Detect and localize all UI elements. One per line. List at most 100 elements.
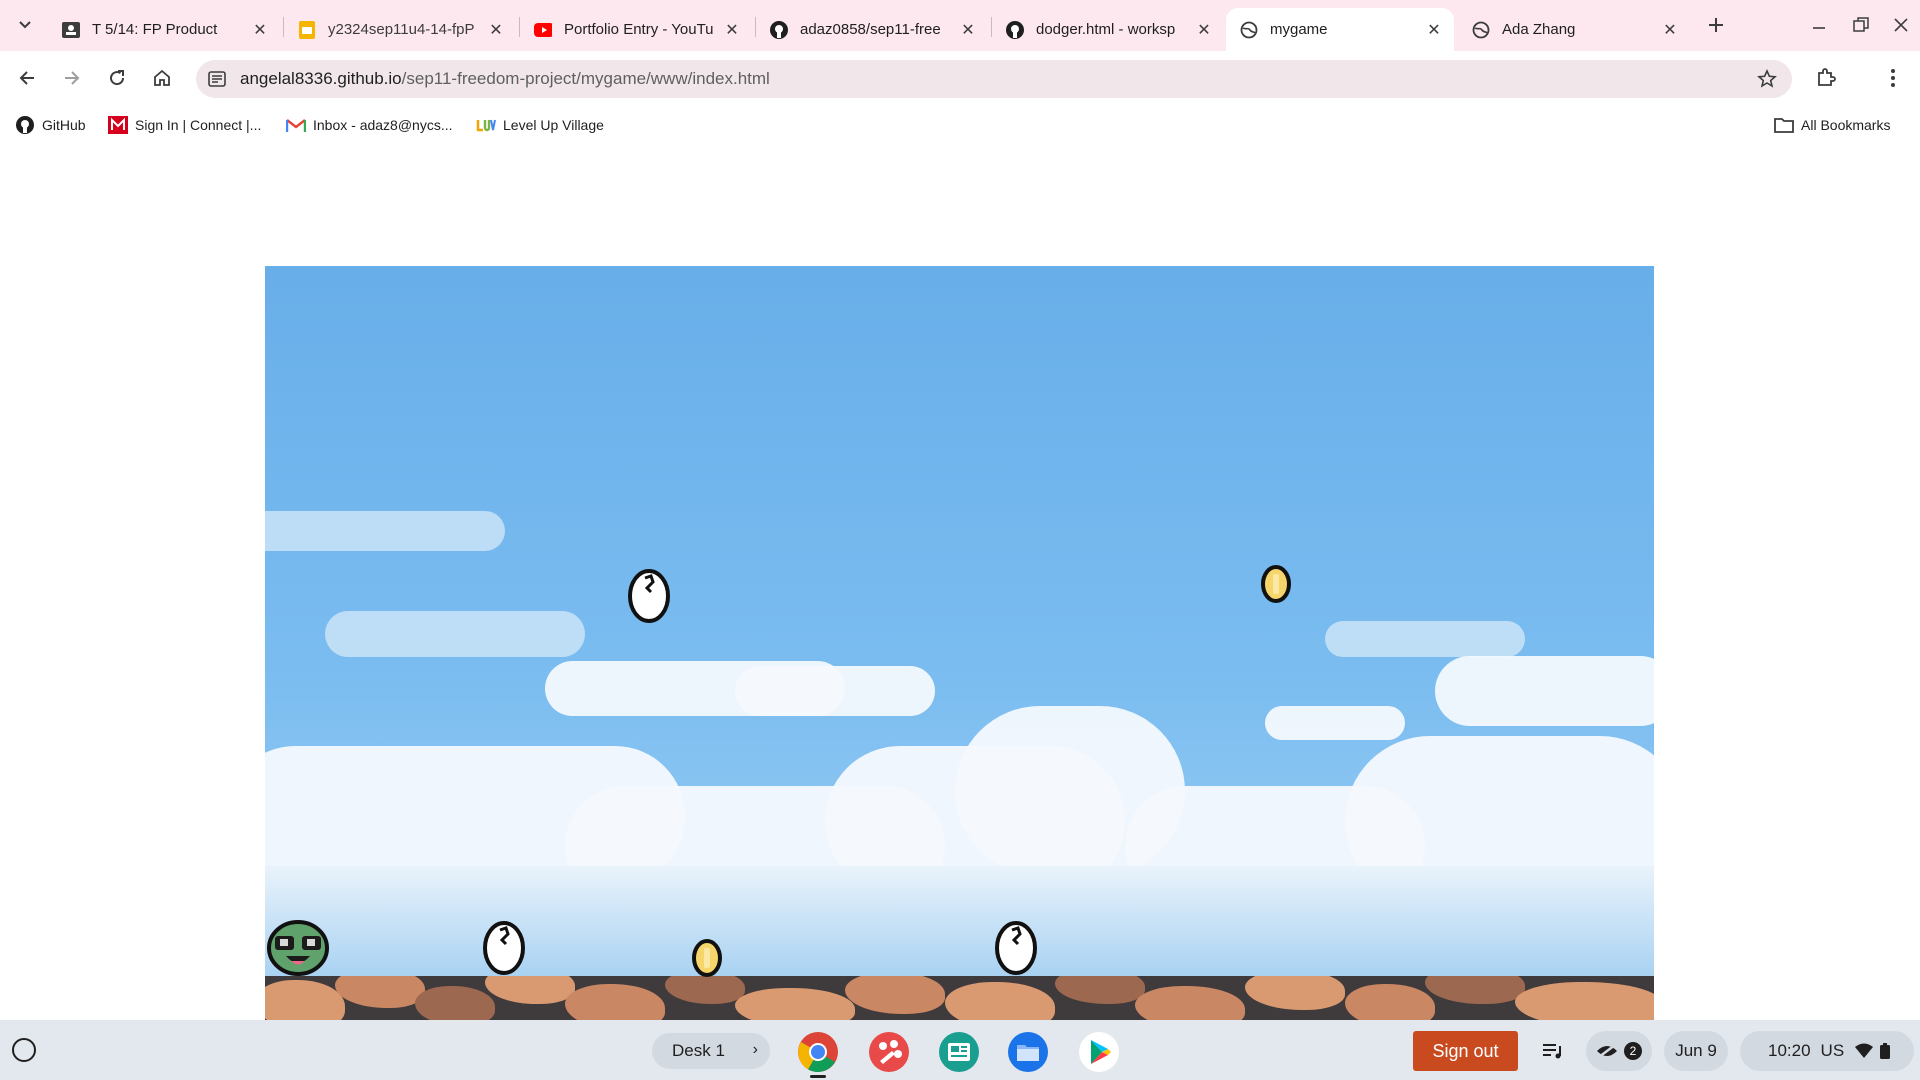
close-window-button[interactable] xyxy=(1886,10,1916,40)
bookmark-inbox[interactable]: Inbox - adaz8@nycs... xyxy=(286,114,453,136)
globe-icon xyxy=(1472,21,1490,39)
files-icon[interactable] xyxy=(1007,1031,1049,1073)
egg-enemy xyxy=(628,569,670,623)
chevron-down-icon xyxy=(19,21,31,29)
phone-hub-button[interactable]: 2 xyxy=(1586,1031,1652,1071)
rock xyxy=(1055,976,1145,1004)
minimize-button[interactable] xyxy=(1804,10,1834,40)
close-icon[interactable]: ✕ xyxy=(958,20,978,40)
coin xyxy=(692,939,722,977)
cloud xyxy=(1325,621,1525,657)
extensions-button[interactable] xyxy=(1810,62,1842,94)
reload-icon xyxy=(110,70,125,86)
classroom-icon[interactable] xyxy=(938,1031,980,1073)
home-icon xyxy=(154,69,170,86)
locale-text: US xyxy=(1820,1041,1845,1060)
browser-menu-button[interactable] xyxy=(1877,62,1909,94)
sign-out-button[interactable]: Sign out xyxy=(1413,1031,1518,1071)
play-store-icon[interactable] xyxy=(1078,1031,1120,1073)
rock xyxy=(565,984,665,1020)
reload-button[interactable] xyxy=(101,62,133,94)
bookmark-connect[interactable]: Sign In | Connect |... xyxy=(108,114,261,136)
github-icon xyxy=(1006,20,1024,39)
rock xyxy=(1135,986,1245,1020)
tote-button[interactable] xyxy=(1531,1031,1575,1071)
rock xyxy=(665,976,745,1004)
rock xyxy=(1515,982,1654,1020)
rock xyxy=(415,986,495,1020)
tab-slides[interactable]: y2324sep11u4-14-fpP ✕ xyxy=(284,8,516,51)
battery-icon xyxy=(1880,1043,1891,1059)
more-vert-icon xyxy=(1891,69,1895,87)
rock xyxy=(735,988,855,1020)
bookmark-label: GitHub xyxy=(42,117,86,133)
tab-github-repo[interactable]: adaz0858/sep11-free ✕ xyxy=(756,8,988,51)
tab-dodger[interactable]: dodger.html - worksp ✕ xyxy=(992,8,1224,51)
playlist-icon xyxy=(1543,1044,1561,1059)
home-button[interactable] xyxy=(146,62,178,94)
close-icon[interactable]: ✕ xyxy=(1424,20,1444,40)
cloud xyxy=(265,511,505,551)
url-host: angelal8336.github.io xyxy=(240,69,402,88)
restore-button[interactable] xyxy=(1846,10,1876,40)
arrow-right-icon xyxy=(65,71,80,85)
github-icon xyxy=(15,116,35,134)
tab-mygame[interactable]: mygame ✕ xyxy=(1226,8,1454,51)
cloud xyxy=(735,666,935,716)
browser-toolbar: angelal8336.github.io/sep11-freedom-proj… xyxy=(0,51,1920,106)
wifi-icon xyxy=(1855,1043,1874,1058)
bookmark-star-icon[interactable] xyxy=(1756,68,1778,90)
close-icon[interactable]: ✕ xyxy=(250,20,270,40)
new-tab-button[interactable] xyxy=(1703,12,1729,38)
chevron-right-icon: › xyxy=(752,1041,758,1058)
tab-ada-zhang[interactable]: Ada Zhang ✕ xyxy=(1458,8,1690,51)
tab-title: mygame xyxy=(1270,21,1328,38)
player-frog xyxy=(267,920,329,976)
bookmark-label: Sign In | Connect |... xyxy=(135,117,262,133)
bookmark-level-up-village[interactable]: Level Up Village xyxy=(476,114,604,136)
date-button[interactable]: Jun 9 xyxy=(1664,1031,1728,1071)
date-text: Jun 9 xyxy=(1675,1041,1717,1060)
eye-off-icon xyxy=(1597,1044,1617,1058)
page-content xyxy=(0,144,1920,1020)
status-area[interactable]: 10:20 US xyxy=(1740,1031,1914,1071)
game-canvas[interactable] xyxy=(265,266,1654,1020)
tab-fp-product[interactable]: T 5/14: FP Product ✕ xyxy=(48,8,280,51)
site-info-icon[interactable] xyxy=(206,68,228,90)
tab-youtube[interactable]: Portfolio Entry - YouTu ✕ xyxy=(520,8,752,51)
back-button[interactable] xyxy=(11,62,43,94)
tab-title: adaz0858/sep11-free xyxy=(800,21,941,38)
close-icon[interactable]: ✕ xyxy=(1660,20,1680,40)
all-bookmarks-button[interactable]: All Bookmarks xyxy=(1774,114,1890,136)
tab-search-button[interactable] xyxy=(12,12,38,38)
close-icon[interactable]: ✕ xyxy=(1194,20,1214,40)
close-icon xyxy=(1894,18,1908,32)
forward-button[interactable] xyxy=(56,62,88,94)
running-indicator xyxy=(810,1075,826,1078)
desk-switcher[interactable]: Desk 1 › xyxy=(652,1033,770,1069)
rock xyxy=(265,980,345,1020)
launcher-button[interactable] xyxy=(12,1038,36,1062)
coin xyxy=(1261,565,1291,603)
minimize-icon xyxy=(1813,27,1825,29)
rock xyxy=(1425,976,1525,1004)
rock xyxy=(485,976,575,1004)
time-text: 10:20 xyxy=(1768,1041,1811,1060)
address-bar[interactable]: angelal8336.github.io/sep11-freedom-proj… xyxy=(196,60,1792,98)
luv-icon xyxy=(476,116,496,134)
chrome-icon[interactable] xyxy=(797,1031,839,1073)
bookmark-github[interactable]: GitHub xyxy=(15,114,86,136)
canvas-icon[interactable] xyxy=(868,1031,910,1073)
cloud xyxy=(1265,706,1405,740)
tab-title: dodger.html - worksp xyxy=(1036,21,1176,38)
close-icon[interactable]: ✕ xyxy=(722,20,742,40)
rock xyxy=(845,976,945,1014)
ground xyxy=(265,976,1654,1020)
rock xyxy=(1245,976,1345,1010)
bookmarks-bar: GitHub Sign In | Connect |... Inbox - ad… xyxy=(0,106,1920,144)
close-icon[interactable]: ✕ xyxy=(486,20,506,40)
system-shelf: Desk 1 › Sign out 2 Jun 9 10:20 US xyxy=(0,1020,1920,1080)
arrow-left-icon xyxy=(19,71,34,85)
cloud xyxy=(325,611,585,657)
plus-icon xyxy=(1709,18,1723,32)
